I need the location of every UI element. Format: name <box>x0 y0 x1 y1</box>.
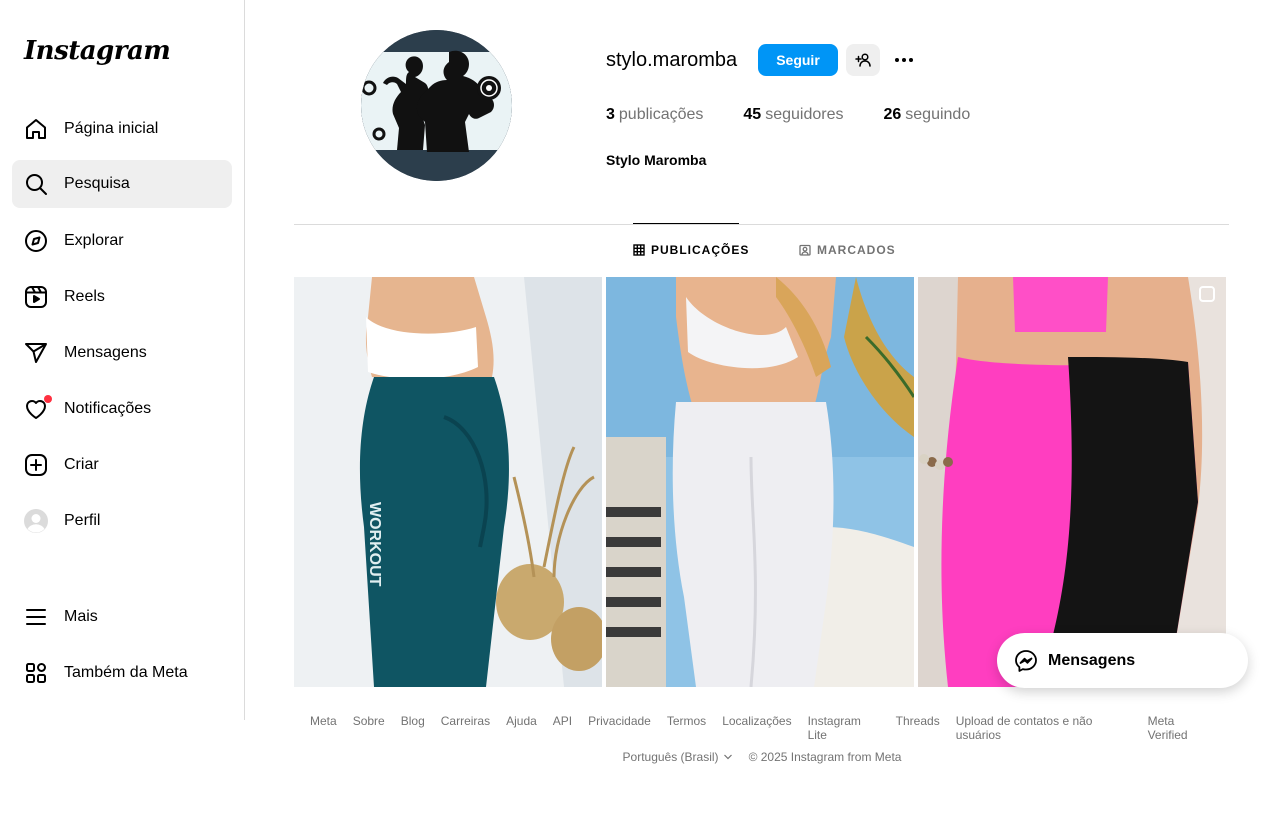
follow-button[interactable]: Seguir <box>758 44 838 76</box>
heart-icon <box>24 395 52 421</box>
sidebar-item-notifications[interactable]: Notificações <box>12 385 232 433</box>
language-label: Português (Brasil) <box>622 750 719 764</box>
sidebar-item-explore[interactable]: Explorar <box>12 217 232 265</box>
instagram-logo[interactable]: Instagram <box>24 36 171 66</box>
sidebar-item-label: Mais <box>64 608 98 625</box>
footer-link[interactable]: Sobre <box>353 714 385 742</box>
copyright: © 2025 Instagram from Meta <box>748 750 902 764</box>
sidebar-item-more[interactable]: Mais <box>12 593 232 641</box>
footer-bottom: Português (Brasil) © 2025 Instagram from… <box>302 750 1222 764</box>
sidebar-item-reels[interactable]: Reels <box>12 273 232 321</box>
profile-full-name: Stylo Maromba <box>606 152 707 168</box>
sidebar-item-profile[interactable]: Perfil <box>12 497 232 545</box>
notification-dot <box>44 395 52 403</box>
ellipsis-icon <box>892 48 916 72</box>
chevron-down-icon <box>723 752 733 762</box>
sidebar-item-label: Perfil <box>64 512 101 529</box>
messages-floating-label: Mensagens <box>1048 651 1136 669</box>
sidebar-item-label: Notificações <box>64 400 152 417</box>
footer-link[interactable]: Localizações <box>722 714 791 742</box>
profile-username: stylo.maromba <box>606 49 738 71</box>
post-thumbnail[interactable]: WORKOUT <box>294 277 602 687</box>
compass-icon <box>24 229 48 253</box>
profile-stats: 3 publicações 45 seguidores 26 seguindo <box>606 106 1010 124</box>
suggested-accounts-button[interactable] <box>846 44 880 76</box>
sidebar-item-label: Criar <box>64 456 99 473</box>
sidebar-item-label: Explorar <box>64 232 124 249</box>
sidebar-item-label: Pesquisa <box>64 175 130 192</box>
sidebar-item-label: Página inicial <box>64 120 159 137</box>
followers-count[interactable]: 45 seguidores <box>743 106 843 124</box>
tab-posts-label: PUBLICAÇÕES <box>651 243 750 257</box>
footer-link[interactable]: Ajuda <box>506 714 537 742</box>
posts-count: 3 publicações <box>606 106 704 123</box>
sidebar-item-home[interactable]: Página inicial <box>12 105 232 153</box>
more-options-button[interactable] <box>890 44 918 76</box>
search-icon <box>24 172 48 196</box>
sidebar-item-search[interactable]: Pesquisa <box>12 160 232 208</box>
post-thumbnail[interactable] <box>918 277 1226 687</box>
sidebar-item-messages[interactable]: Mensagens <box>12 329 232 377</box>
messages-floating-button[interactable]: Mensagens <box>997 633 1248 688</box>
sidebar: Instagram Página inicial Pesquisa Explor… <box>0 0 245 720</box>
menu-icon <box>24 605 48 629</box>
plus-square-icon <box>24 453 48 477</box>
tab-posts[interactable]: PUBLICAÇÕES <box>633 243 749 257</box>
sidebar-item-label: Reels <box>64 288 105 305</box>
footer-link[interactable]: Blog <box>401 714 425 742</box>
footer-link[interactable]: Threads <box>896 714 940 742</box>
send-icon <box>24 341 48 365</box>
grid-icon <box>633 244 645 256</box>
profile-avatar[interactable] <box>361 30 512 181</box>
footer-link[interactable]: Carreiras <box>441 714 490 742</box>
language-selector[interactable]: Português (Brasil) <box>623 750 733 764</box>
avatar-icon <box>24 509 48 533</box>
tabs-divider <box>294 224 1229 225</box>
following-count[interactable]: 26 seguindo <box>883 106 970 124</box>
sidebar-item-create[interactable]: Criar <box>12 441 232 489</box>
tab-tagged[interactable]: MARCADOS <box>799 243 896 257</box>
add-person-icon <box>855 52 871 68</box>
footer-link[interactable]: Instagram Lite <box>808 714 880 742</box>
active-tab-indicator <box>633 223 739 224</box>
footer-link[interactable]: Upload de contatos e não usuários <box>956 714 1132 742</box>
tagged-user-icon <box>799 244 811 256</box>
footer-links: Meta Sobre Blog Carreiras Ajuda API Priv… <box>302 714 1222 742</box>
footer-link[interactable]: Privacidade <box>588 714 651 742</box>
apps-grid-icon <box>24 661 48 685</box>
post-thumbnail[interactable] <box>606 277 914 687</box>
sidebar-item-label: Também da Meta <box>64 664 188 681</box>
footer-link[interactable]: Meta <box>310 714 337 742</box>
footer-link[interactable]: Meta Verified <box>1148 714 1214 742</box>
footer-link[interactable]: Termos <box>667 714 706 742</box>
footer-link[interactable]: API <box>553 714 572 742</box>
home-icon <box>24 117 48 141</box>
reels-icon <box>24 285 48 309</box>
messenger-icon <box>1014 649 1038 673</box>
svg-text:WORKOUT: WORKOUT <box>366 502 383 587</box>
tab-tagged-label: MARCADOS <box>817 243 896 257</box>
sidebar-item-label: Mensagens <box>64 344 147 361</box>
sidebar-item-also-from-meta[interactable]: Também da Meta <box>12 649 232 697</box>
